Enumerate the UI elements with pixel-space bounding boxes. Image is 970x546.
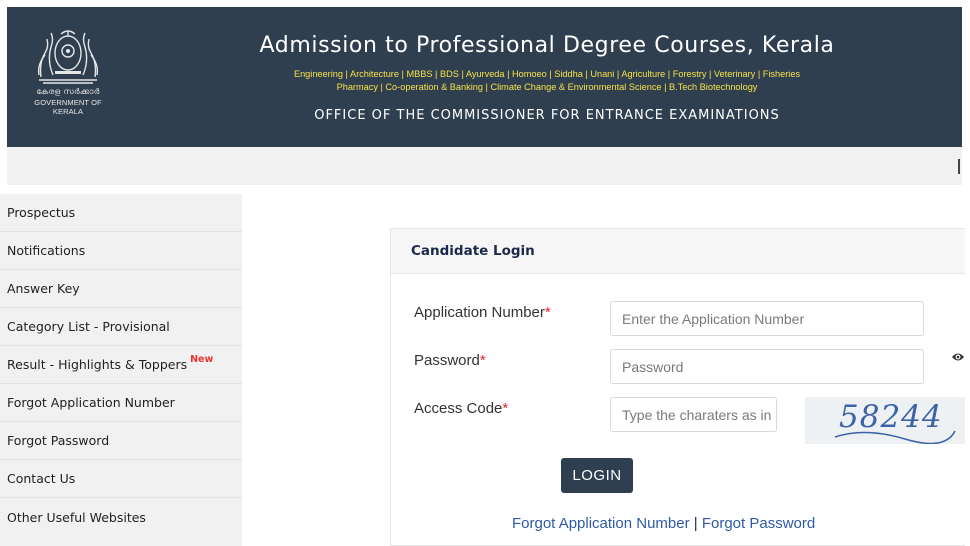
required-marker: *: [544, 304, 551, 321]
sidebar-item-label: Other Useful Websites: [7, 509, 146, 525]
emblem-text-malayalam: കേരള സർക്കാർ: [36, 87, 100, 96]
sidebar-item-label: Prospectus: [7, 205, 76, 220]
access-code-label-text: Access Code: [414, 400, 503, 417]
office-name: OFFICE OF THE COMMISSIONER FOR ENTRANCE …: [314, 108, 780, 123]
forgot-password-link[interactable]: Forgot Password: [702, 515, 815, 532]
password-label-text: Password: [414, 352, 480, 369]
sidebar-menu: Prospectus Notifications Answer Key Cate…: [0, 194, 242, 546]
forgot-links: Forgot Application Number | Forgot Passw…: [512, 515, 815, 532]
login-panel-heading: Candidate Login: [391, 229, 965, 274]
site-header: കേരള സർക്കാർ GOVERNMENT OF KERALA Admiss…: [7, 7, 962, 147]
required-marker: *: [502, 400, 509, 417]
application-number-input[interactable]: [610, 301, 924, 336]
courses-line-1: Engineering | Architecture | MBBS | BDS …: [293, 69, 801, 79]
kerala-emblem: കേരള സർക്കാർ GOVERNMENT OF KERALA: [21, 25, 115, 116]
access-code-input[interactable]: [610, 397, 777, 432]
page-title: Admission to Professional Degree Courses…: [259, 33, 835, 58]
captcha-image: 58244: [805, 397, 965, 444]
link-separator: |: [693, 515, 698, 532]
sidebar-item-forgot-password[interactable]: Forgot Password: [0, 422, 242, 460]
nav-bar: [7, 147, 962, 185]
nav-bar-edge: [958, 159, 960, 174]
login-panel: Candidate Login: [390, 228, 965, 546]
forgot-application-number-link[interactable]: Forgot Application Number: [512, 515, 690, 532]
captcha-code: 58244: [839, 399, 943, 435]
emblem-text-english: GOVERNMENT OF KERALA: [34, 98, 102, 116]
new-badge: New: [190, 354, 214, 365]
sidebar-item-contact-us[interactable]: Contact Us: [0, 460, 242, 498]
sidebar-item-label: Forgot Password: [7, 433, 110, 448]
password-label: Password*: [414, 352, 486, 369]
sidebar-item-notifications[interactable]: Notifications: [0, 232, 242, 270]
login-button[interactable]: LOGIN: [561, 458, 633, 493]
sidebar-item-prospectus[interactable]: Prospectus: [0, 194, 242, 232]
sidebar-item-label: Category List - Provisional: [7, 319, 170, 334]
show-password-eye-icon[interactable]: [951, 351, 965, 363]
password-input[interactable]: [610, 349, 924, 384]
sidebar-item-other-websites[interactable]: Other Useful Websites: [0, 498, 242, 536]
state-emblem-icon: [37, 30, 99, 84]
sidebar-item-label: Contact Us: [7, 471, 76, 486]
sidebar-item-result[interactable]: Result - Highlights & Toppers New: [0, 346, 242, 384]
sidebar-item-label: Forgot Application Number: [7, 395, 175, 410]
courses-list: Engineering | Architecture | MBBS | BDS …: [237, 68, 857, 94]
sidebar-item-label: Result - Highlights & Toppers: [7, 357, 188, 372]
access-code-label: Access Code*: [414, 400, 508, 417]
sidebar-item-category-list[interactable]: Category List - Provisional: [0, 308, 242, 346]
sidebar-item-label: Notifications: [7, 243, 86, 258]
application-number-label: Application Number*: [414, 304, 551, 321]
sidebar-item-label: Answer Key: [7, 281, 80, 296]
required-marker: *: [479, 352, 486, 369]
application-number-label-text: Application Number: [414, 304, 545, 321]
sidebar-item-answer-key[interactable]: Answer Key: [0, 270, 242, 308]
sidebar-item-forgot-application-number[interactable]: Forgot Application Number: [0, 384, 242, 422]
courses-line-2: Pharmacy | Co-operation & Banking | Clim…: [336, 82, 758, 92]
